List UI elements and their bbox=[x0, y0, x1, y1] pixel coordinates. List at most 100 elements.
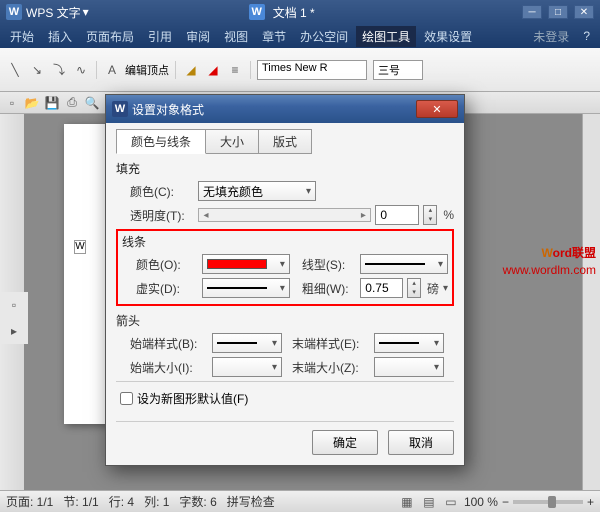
menu-references[interactable]: 引用 bbox=[142, 26, 178, 47]
fill-group: 填充 颜色(C): 无填充颜色 透明度(T): ◂▸ 0 ▴▾ % bbox=[116, 160, 454, 225]
close-button[interactable]: ✕ bbox=[574, 5, 594, 19]
line-color-label: 颜色(O): bbox=[136, 256, 198, 273]
text-box-icon[interactable]: A bbox=[103, 61, 121, 79]
line-color-icon[interactable]: ◢ bbox=[204, 61, 222, 79]
status-section[interactable]: 节: 1/1 bbox=[63, 493, 98, 510]
arrow-begin-style-select[interactable] bbox=[212, 333, 282, 353]
print-preview-icon[interactable]: 🔍 bbox=[84, 95, 100, 111]
status-spellcheck[interactable]: 拼写检查 bbox=[227, 493, 275, 510]
window-controls: ─ □ ✕ bbox=[522, 5, 594, 19]
menu-login[interactable]: 未登录 bbox=[527, 26, 575, 47]
dash-sample-icon bbox=[207, 287, 267, 289]
dialog-close-button[interactable]: ✕ bbox=[416, 100, 458, 118]
menu-page-layout[interactable]: 页面布局 bbox=[80, 26, 140, 47]
ribbon-toolbar: ╲ ↘ ⤵ ∿ A 编辑顶点 ◢ ◢ ≡ Times New R 三号 bbox=[0, 48, 600, 92]
save-icon[interactable]: 💾 bbox=[44, 95, 60, 111]
line-color-select[interactable] bbox=[202, 254, 290, 274]
menu-view[interactable]: 视图 bbox=[218, 26, 254, 47]
zoom-level[interactable]: 100 % bbox=[464, 495, 498, 509]
side-panel-strip: ▫ ▸ bbox=[0, 292, 28, 344]
watermark-w: W bbox=[542, 246, 553, 260]
edit-vertex-button[interactable]: 编辑顶点 bbox=[125, 62, 169, 78]
transparency-spinner[interactable]: ▴▾ bbox=[423, 205, 437, 225]
view-mode-3-icon[interactable]: ▭ bbox=[442, 493, 460, 511]
menu-effect-settings[interactable]: 效果设置 bbox=[418, 26, 478, 47]
curve-tool-icon[interactable]: ∿ bbox=[72, 61, 90, 79]
app-logo-icon: W bbox=[6, 4, 22, 20]
connector-tool-icon[interactable]: ⤵ bbox=[50, 61, 68, 79]
arrow-end-size-select[interactable] bbox=[374, 357, 444, 377]
status-page[interactable]: 页面: 1/1 bbox=[6, 493, 53, 510]
status-words[interactable]: 字数: 6 bbox=[179, 493, 216, 510]
unit-dropdown-icon[interactable]: ▾ bbox=[443, 283, 448, 294]
dialog-buttons: 确定 取消 bbox=[116, 421, 454, 455]
side-arrow-icon[interactable]: ▸ bbox=[5, 322, 23, 340]
line-weight-unit: 磅 bbox=[427, 280, 439, 297]
open-icon[interactable]: 📂 bbox=[24, 95, 40, 111]
arrow-begin-style-label: 始端样式(B): bbox=[130, 335, 208, 352]
default-checkbox[interactable] bbox=[120, 392, 133, 405]
color-swatch-red bbox=[207, 259, 267, 269]
maximize-button[interactable]: □ bbox=[548, 5, 568, 19]
tab-layout[interactable]: 版式 bbox=[258, 129, 312, 154]
status-col[interactable]: 列: 1 bbox=[144, 493, 169, 510]
vertical-scrollbar[interactable] bbox=[582, 114, 600, 494]
zoom-in-icon[interactable]: + bbox=[587, 495, 594, 509]
zoom-out-icon[interactable]: − bbox=[502, 495, 509, 509]
font-size-select[interactable]: 三号 bbox=[373, 60, 423, 80]
new-doc-icon[interactable]: ▫ bbox=[4, 95, 20, 111]
shape-style-icon[interactable]: ≡ bbox=[226, 61, 244, 79]
default-checkbox-row[interactable]: 设为新图形默认值(F) bbox=[120, 390, 454, 407]
zoom-slider[interactable] bbox=[513, 500, 583, 504]
arrow-tool-icon[interactable]: ↘ bbox=[28, 61, 46, 79]
line-dash-select[interactable] bbox=[202, 278, 290, 298]
transparency-slider[interactable]: ◂▸ bbox=[198, 208, 371, 222]
main-menu: 开始 插入 页面布局 引用 审阅 视图 章节 办公空间 绘图工具 效果设置 未登… bbox=[0, 24, 600, 48]
transparency-value[interactable]: 0 bbox=[375, 205, 419, 225]
line-dash-label: 虚实(D): bbox=[136, 280, 198, 297]
line-weight-label: 粗细(W): bbox=[302, 280, 356, 297]
menu-help-icon[interactable]: ? bbox=[577, 27, 596, 45]
line-tool-icon[interactable]: ╲ bbox=[6, 61, 24, 79]
arrow-group: 箭头 始端样式(B): 末端样式(E): 始端大小(I): 末端大小(Z): bbox=[116, 312, 454, 377]
document-title-area: W 文档 1 * bbox=[249, 4, 315, 21]
transparency-unit: % bbox=[443, 208, 454, 222]
status-line[interactable]: 行: 4 bbox=[109, 493, 134, 510]
dialog-titlebar[interactable]: W 设置对象格式 ✕ bbox=[106, 95, 464, 123]
line-weight-spinner[interactable]: ▴▾ bbox=[407, 278, 421, 298]
side-doc-icon[interactable]: ▫ bbox=[5, 296, 23, 314]
drawn-shape[interactable]: W bbox=[74, 240, 86, 254]
menu-review[interactable]: 审阅 bbox=[180, 26, 216, 47]
menu-drawing-tools[interactable]: 绘图工具 bbox=[356, 26, 416, 47]
menu-insert[interactable]: 插入 bbox=[42, 26, 78, 47]
view-mode-1-icon[interactable]: ▦ bbox=[398, 493, 416, 511]
cancel-button[interactable]: 取消 bbox=[388, 430, 454, 455]
titlebar-dropdown-icon[interactable]: ▾ bbox=[83, 5, 89, 19]
arrow-end-style-select[interactable] bbox=[374, 333, 444, 353]
status-bar: 页面: 1/1 节: 1/1 行: 4 列: 1 字数: 6 拼写检查 ▦ ▤ … bbox=[0, 490, 600, 512]
minimize-button[interactable]: ─ bbox=[522, 5, 542, 19]
ok-button[interactable]: 确定 bbox=[312, 430, 378, 455]
menu-home[interactable]: 开始 bbox=[4, 26, 40, 47]
line-weight-value[interactable]: 0.75 bbox=[360, 278, 403, 298]
arrow-end-size-label: 末端大小(Z): bbox=[292, 359, 370, 376]
line-sample-icon bbox=[365, 263, 425, 265]
highlighted-line-section: 线条 颜色(O): 线型(S): 虚实(D): 粗细(W): 0.75 ▴▾ 磅… bbox=[116, 229, 454, 306]
font-family-select[interactable]: Times New R bbox=[257, 60, 367, 80]
document-title: 文档 1 * bbox=[273, 4, 315, 21]
fill-group-title: 填充 bbox=[116, 160, 454, 177]
arrow-end-style-label: 末端样式(E): bbox=[292, 335, 370, 352]
menu-office-space[interactable]: 办公空间 bbox=[294, 26, 354, 47]
line-group-title: 线条 bbox=[122, 233, 448, 250]
view-mode-2-icon[interactable]: ▤ bbox=[420, 493, 438, 511]
print-icon[interactable]: ⎙ bbox=[64, 95, 80, 111]
tab-size[interactable]: 大小 bbox=[205, 129, 259, 154]
fill-color-icon[interactable]: ◢ bbox=[182, 61, 200, 79]
menu-chapter[interactable]: 章节 bbox=[256, 26, 292, 47]
dialog-title: 设置对象格式 bbox=[132, 101, 204, 118]
fill-color-select[interactable]: 无填充颜色 bbox=[198, 181, 316, 201]
tab-color-lines[interactable]: 颜色与线条 bbox=[116, 129, 206, 154]
default-checkbox-label: 设为新图形默认值(F) bbox=[137, 390, 248, 407]
line-style-select[interactable] bbox=[360, 254, 448, 274]
arrow-begin-size-select[interactable] bbox=[212, 357, 282, 377]
